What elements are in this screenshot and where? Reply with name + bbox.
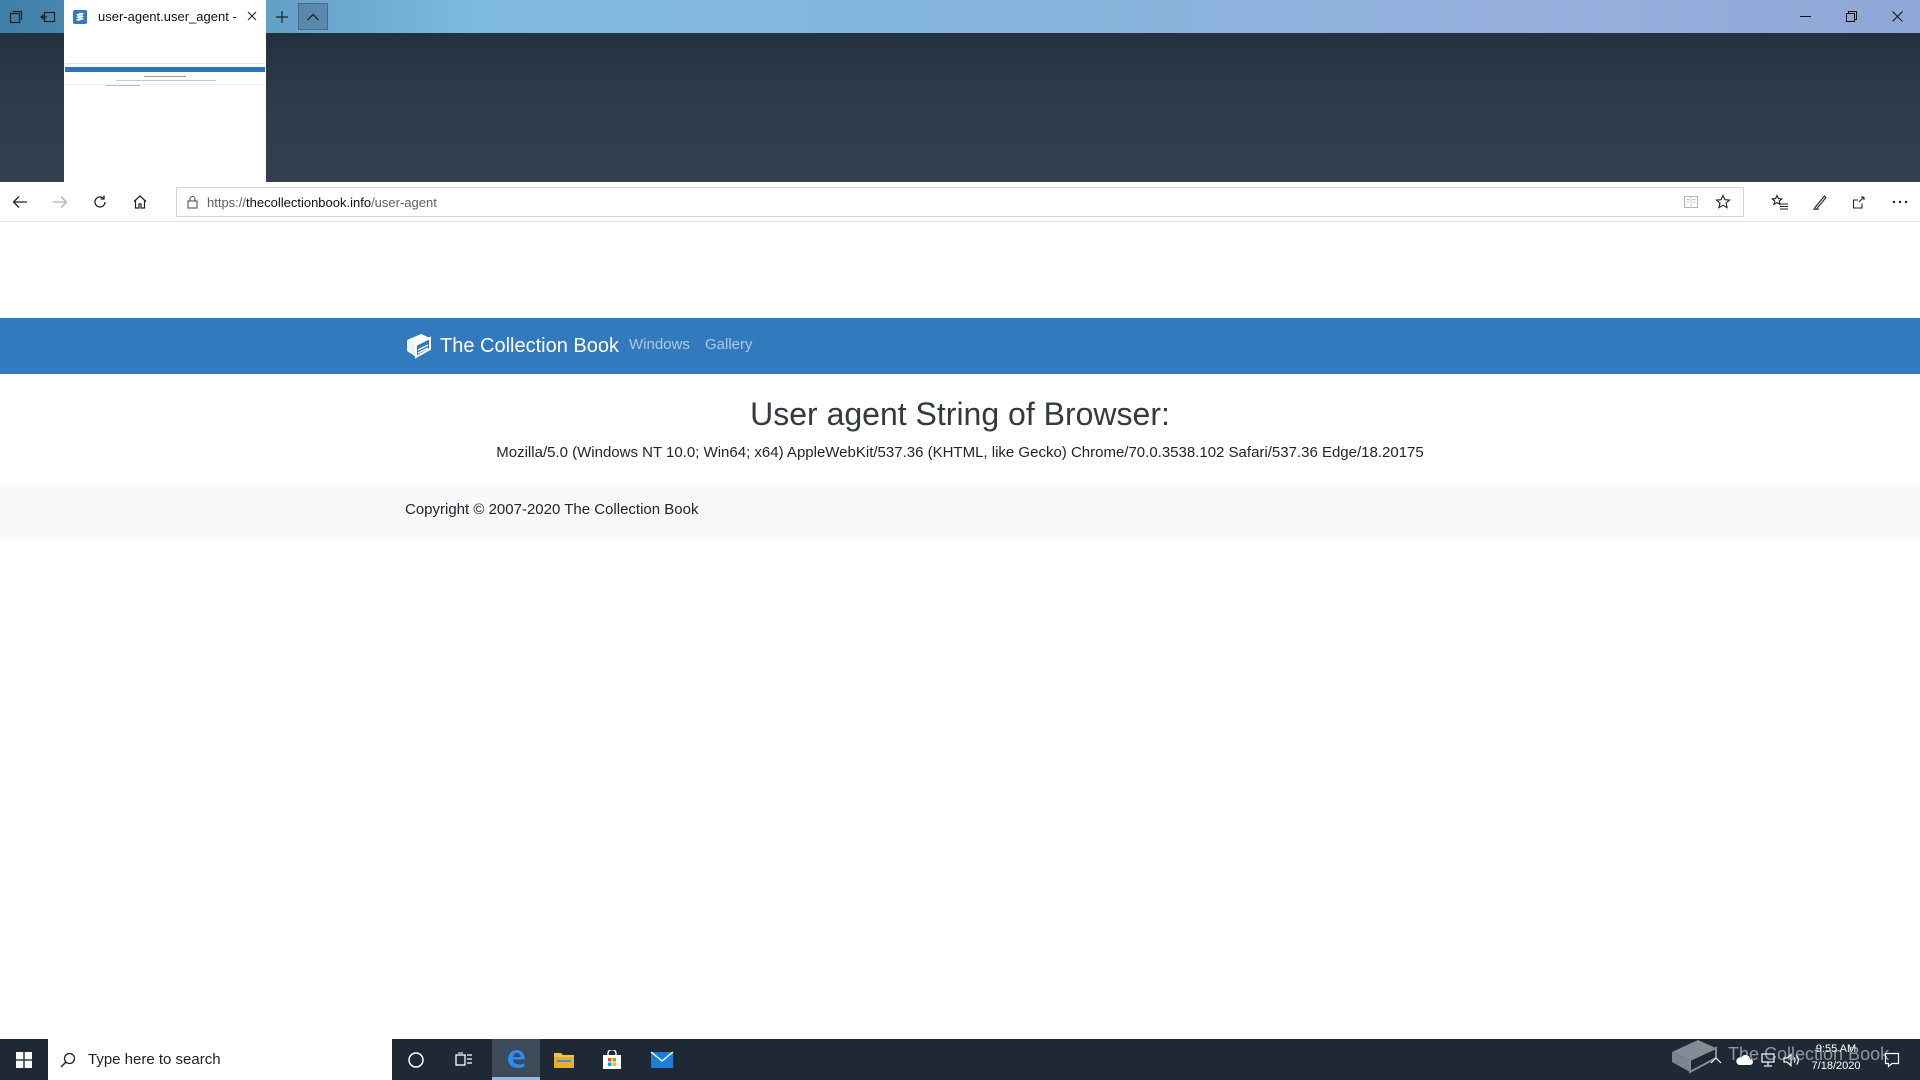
thumb-navbar: [65, 67, 265, 72]
forward-icon[interactable]: [40, 182, 80, 222]
site-footer: Copyright © 2007-2020 The Collection Boo…: [0, 484, 1920, 537]
address-url[interactable]: https://thecollectionbook.info/user-agen…: [207, 195, 437, 210]
lock-icon[interactable]: [177, 195, 207, 209]
browser-titlebar: user-agent.user_agent -: [0, 0, 1920, 33]
site-navbar: The Collection Book Windows Gallery: [0, 318, 1920, 374]
windows-taskbar: Type here to search 9:55 AM 7/18/2020: [0, 1039, 1920, 1080]
thumb-toolbar-line: [65, 63, 265, 64]
tab-preview-area: [0, 33, 1920, 182]
home-icon[interactable]: [120, 182, 160, 222]
edge-icon[interactable]: [492, 1039, 540, 1080]
nav-link-windows[interactable]: Windows: [629, 336, 690, 353]
browser-tab-active[interactable]: user-agent.user_agent -: [64, 0, 266, 33]
url-host: thecollectionbook.info: [246, 194, 372, 210]
screen: user-agent.user_agent - https://thecolle…: [0, 0, 1920, 1080]
thumb-ua-line: [116, 80, 216, 81]
cortana-icon[interactable]: [392, 1039, 440, 1080]
favorite-star-icon[interactable]: [1711, 192, 1735, 212]
windows-start-icon[interactable]: [0, 1039, 48, 1080]
favicon-book-icon: [72, 9, 88, 25]
url-scheme: https://: [207, 194, 247, 210]
close-icon[interactable]: [244, 8, 260, 24]
page-main: User agent String of Browser: Mozilla/5.…: [0, 374, 1920, 484]
thumb-footer: [65, 84, 265, 85]
taskbar-search-input[interactable]: Type here to search: [48, 1039, 392, 1080]
tab-title: user-agent.user_agent -: [98, 9, 237, 24]
mail-icon[interactable]: [638, 1039, 686, 1080]
back-icon[interactable]: [0, 182, 40, 222]
page-title: User agent String of Browser:: [750, 396, 1170, 432]
favorites-list-icon[interactable]: [1760, 182, 1800, 222]
browser-toolbar: https://thecollectionbook.info/user-agen…: [0, 182, 1920, 222]
reading-view-icon[interactable]: [1679, 192, 1703, 212]
minimize-icon[interactable]: [1782, 0, 1828, 33]
share-icon[interactable]: [1840, 182, 1880, 222]
watermark-book-icon: [1672, 1040, 1717, 1074]
store-icon[interactable]: [588, 1039, 636, 1080]
user-agent-string: Mozilla/5.0 (Windows NT 10.0; Win64; x64…: [496, 444, 1424, 461]
thumb-headline: [144, 76, 186, 77]
tabs-aside-icon[interactable]: [32, 0, 64, 33]
window-close-icon[interactable]: [1874, 0, 1920, 33]
site-brand-name: The Collection Book: [440, 334, 619, 357]
restore-icon[interactable]: [1828, 0, 1874, 33]
tab-set-aside-icon[interactable]: [0, 0, 32, 33]
new-tab-icon[interactable]: [266, 0, 298, 33]
search-icon: [48, 1052, 88, 1068]
thumb-copyright: [106, 85, 140, 86]
site-brand[interactable]: The Collection Book: [404, 331, 619, 361]
book-logo-icon: [407, 334, 431, 359]
file-explorer-icon[interactable]: [540, 1039, 588, 1080]
tab-preview-toggle-icon[interactable]: [298, 3, 328, 30]
copyright-text: Copyright © 2007-2020 The Collection Boo…: [405, 501, 699, 518]
watermark: The Collection Book: [1668, 1032, 1889, 1076]
pen-icon[interactable]: [1800, 182, 1840, 222]
url-path: /user-agent: [371, 194, 437, 210]
refresh-icon[interactable]: [80, 182, 120, 222]
task-view-icon[interactable]: [440, 1039, 488, 1080]
address-bar[interactable]: https://thecollectionbook.info/user-agen…: [176, 187, 1744, 217]
search-placeholder: Type here to search: [88, 1051, 221, 1068]
watermark-text: The Collection Book: [1728, 1043, 1890, 1064]
nav-link-gallery[interactable]: Gallery: [705, 336, 753, 353]
more-icon[interactable]: [1880, 182, 1920, 222]
tab-preview-thumbnail[interactable]: [64, 33, 266, 182]
